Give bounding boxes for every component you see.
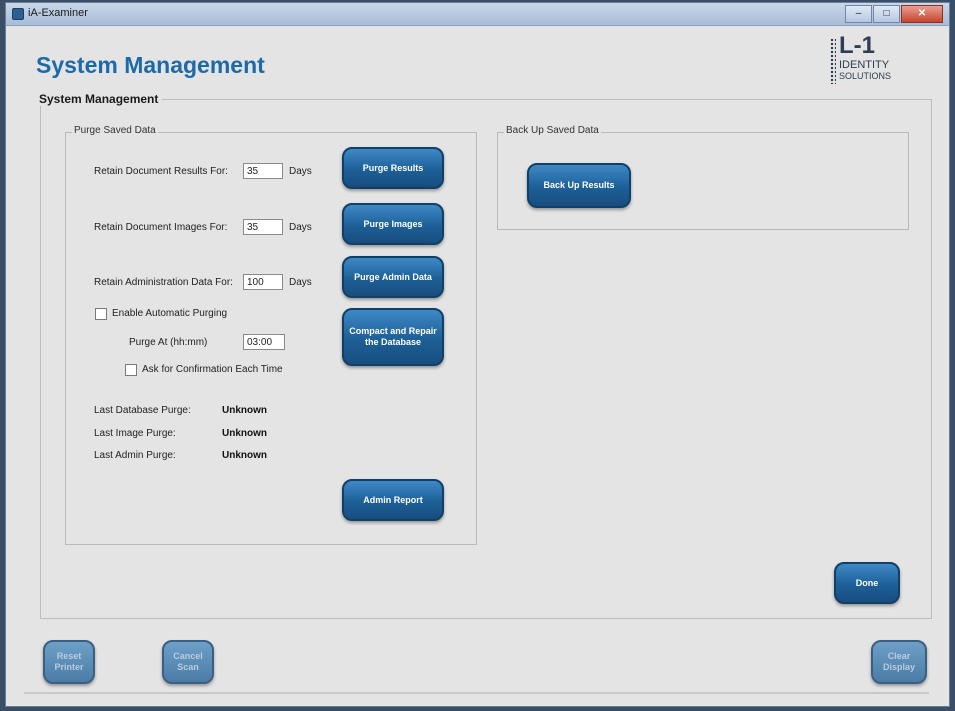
- section-title: System Management: [39, 92, 163, 106]
- title-bar: iA-Examiner – □ ✕: [6, 3, 949, 26]
- logo-sub-text: IDENTITY: [839, 59, 890, 71]
- purge-results-button[interactable]: Purge Results: [342, 147, 444, 189]
- doc-results-label: Retain Document Results For:: [94, 166, 228, 177]
- purge-group-title: Purge Saved Data: [72, 125, 158, 136]
- bottom-divider: [24, 692, 929, 694]
- purge-images-button[interactable]: Purge Images: [342, 203, 444, 245]
- page-title: System Management: [36, 52, 265, 78]
- window-title: iA-Examiner: [28, 7, 88, 19]
- purge-admin-data-button[interactable]: Purge Admin Data: [342, 256, 444, 298]
- company-logo: L-1 IDENTITY SOLUTIONS: [830, 32, 910, 88]
- last-db-purge-value: Unknown: [222, 405, 267, 416]
- last-image-purge-value: Unknown: [222, 428, 267, 439]
- purge-at-label: Purge At (hh:mm): [129, 337, 208, 348]
- enable-auto-purge-checkbox[interactable]: [95, 308, 107, 320]
- last-admin-purge-label: Last Admin Purge:: [94, 450, 176, 461]
- cancel-scan-button[interactable]: Cancel Scan: [162, 640, 214, 684]
- admin-data-days-input[interactable]: [243, 274, 283, 290]
- ask-confirmation-checkbox[interactable]: [125, 364, 137, 376]
- backup-group-title: Back Up Saved Data: [504, 125, 601, 136]
- maximize-button[interactable]: □: [873, 5, 900, 23]
- last-image-purge-label: Last Image Purge:: [94, 428, 176, 439]
- minimize-button[interactable]: –: [845, 5, 872, 23]
- doc-results-days-unit: Days: [289, 166, 312, 177]
- close-button[interactable]: ✕: [901, 5, 943, 23]
- reset-printer-button[interactable]: Reset Printer: [43, 640, 95, 684]
- admin-data-days-unit: Days: [289, 277, 312, 288]
- doc-images-days-unit: Days: [289, 222, 312, 233]
- done-button[interactable]: Done: [834, 562, 900, 604]
- compact-repair-database-button[interactable]: Compact and Repair the Database: [342, 308, 444, 366]
- admin-data-label: Retain Administration Data For:: [94, 277, 233, 288]
- clear-display-button[interactable]: Clear Display: [871, 640, 927, 684]
- last-admin-purge-value: Unknown: [222, 450, 267, 461]
- doc-images-days-input[interactable]: [243, 219, 283, 235]
- back-up-results-button[interactable]: Back Up Results: [527, 163, 631, 208]
- doc-results-days-input[interactable]: [243, 163, 283, 179]
- admin-report-button[interactable]: Admin Report: [342, 479, 444, 521]
- logo-sub-text-2: SOLUTIONS: [839, 71, 892, 81]
- enable-auto-purge-label: Enable Automatic Purging: [112, 308, 228, 319]
- logo-main-text: L-1: [839, 32, 875, 59]
- ask-confirmation-label: Ask for Confirmation Each Time: [142, 364, 283, 375]
- purge-at-input[interactable]: [243, 334, 285, 350]
- app-icon: [12, 8, 24, 20]
- last-db-purge-label: Last Database Purge:: [94, 405, 191, 416]
- doc-images-label: Retain Document Images For:: [94, 222, 228, 233]
- logo-dots-icon: [830, 38, 836, 84]
